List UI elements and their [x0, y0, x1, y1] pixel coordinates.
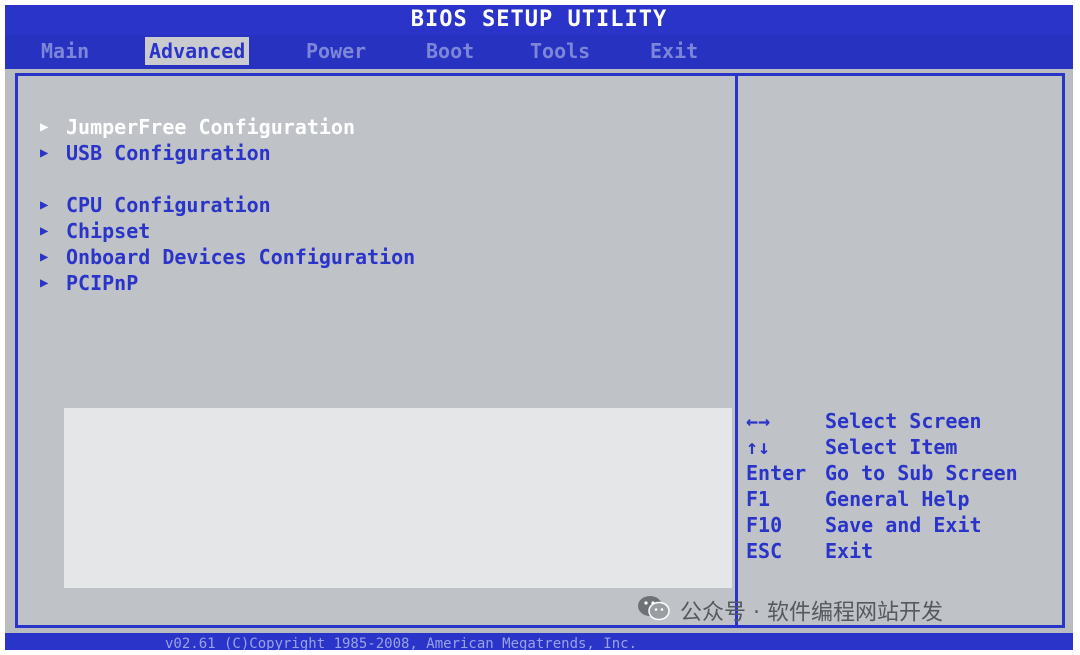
bios-screen: BIOS SETUP UTILITY Main Advanced Power B…	[5, 5, 1073, 650]
description-box	[64, 408, 732, 588]
menu-item-onboard-devices-configuration[interactable]: ▶ Onboard Devices Configuration	[40, 244, 415, 270]
key-name: F10	[746, 513, 783, 537]
menu-item-label: PCIPnP	[66, 271, 139, 295]
tab-exit[interactable]: Exit	[646, 37, 702, 65]
wechat-icon	[636, 593, 672, 634]
submenu-arrow-icon: ▶	[40, 145, 49, 161]
submenu-arrow-icon: ▶	[40, 249, 49, 265]
submenu-arrow-icon: ▶	[40, 275, 49, 291]
key-action: Exit	[825, 539, 874, 563]
key-name: ←→	[746, 409, 771, 433]
menu-item-jumperfree-configuration[interactable]: ▶ JumperFree Configuration	[40, 114, 355, 140]
key-legend-row: ↑↓ Select Item	[746, 434, 1066, 460]
watermark: 公众号 · 软件编程网站开发	[636, 593, 943, 627]
key-legend-row: Enter Go to Sub Screen	[746, 460, 1066, 486]
watermark-text: 公众号 · 软件编程网站开发	[680, 600, 943, 626]
key-legend-row: F1 General Help	[746, 486, 1066, 512]
key-name: ↑↓	[746, 435, 771, 459]
key-legend-row: ESC Exit	[746, 538, 1066, 564]
menu-item-label: USB Configuration	[66, 141, 271, 165]
key-action: Save and Exit	[825, 513, 982, 537]
key-legend: ←→ Select Screen ↑↓ Select Item Enter Go to…	[746, 408, 1066, 564]
key-name: ESC	[746, 539, 783, 563]
menu-item-usb-configuration[interactable]: ▶ USB Configuration	[40, 140, 271, 166]
key-action: General Help	[825, 487, 970, 511]
key-name: Enter	[746, 461, 807, 485]
tab-bar: Main Advanced Power Boot Tools Exit	[5, 35, 1073, 69]
key-action: Go to Sub Screen	[825, 461, 1018, 485]
panel-divider	[735, 76, 738, 625]
menu-item-pcipnp[interactable]: ▶ PCIPnP	[40, 270, 138, 296]
tab-advanced[interactable]: Advanced	[145, 37, 250, 65]
submenu-arrow-icon: ▶	[40, 119, 49, 135]
menu-item-label: Chipset	[66, 219, 151, 243]
menu-item-cpu-configuration[interactable]: ▶ CPU Configuration	[40, 192, 271, 218]
menu-item-chipset[interactable]: ▶ Chipset	[40, 218, 150, 244]
tab-main[interactable]: Main	[37, 37, 93, 65]
menu-item-label: Onboard Devices Configuration	[66, 245, 416, 269]
key-action: Select Item	[825, 435, 958, 459]
bios-title: BIOS SETUP UTILITY	[5, 5, 1073, 35]
tab-tools[interactable]: Tools	[526, 37, 594, 65]
submenu-arrow-icon: ▶	[40, 197, 49, 213]
key-action: Select Screen	[825, 409, 982, 433]
key-name: F1	[746, 487, 771, 511]
key-legend-row: ←→ Select Screen	[746, 408, 1066, 434]
tab-power[interactable]: Power	[302, 37, 370, 65]
content-frame: ▶ JumperFree Configuration ▶ USB Configura…	[15, 73, 1065, 628]
tab-boot[interactable]: Boot	[422, 37, 478, 65]
key-legend-row: F10 Save and Exit	[746, 512, 1066, 538]
advanced-menu-list: ▶ JumperFree Configuration ▶ USB Configura…	[18, 76, 732, 625]
menu-item-label: JumperFree Configuration	[66, 115, 355, 139]
menu-item-label: CPU Configuration	[66, 193, 271, 217]
copyright-bar: v02.61 (C)Copyright 1985-2008, American …	[5, 633, 1073, 650]
submenu-arrow-icon: ▶	[40, 223, 49, 239]
